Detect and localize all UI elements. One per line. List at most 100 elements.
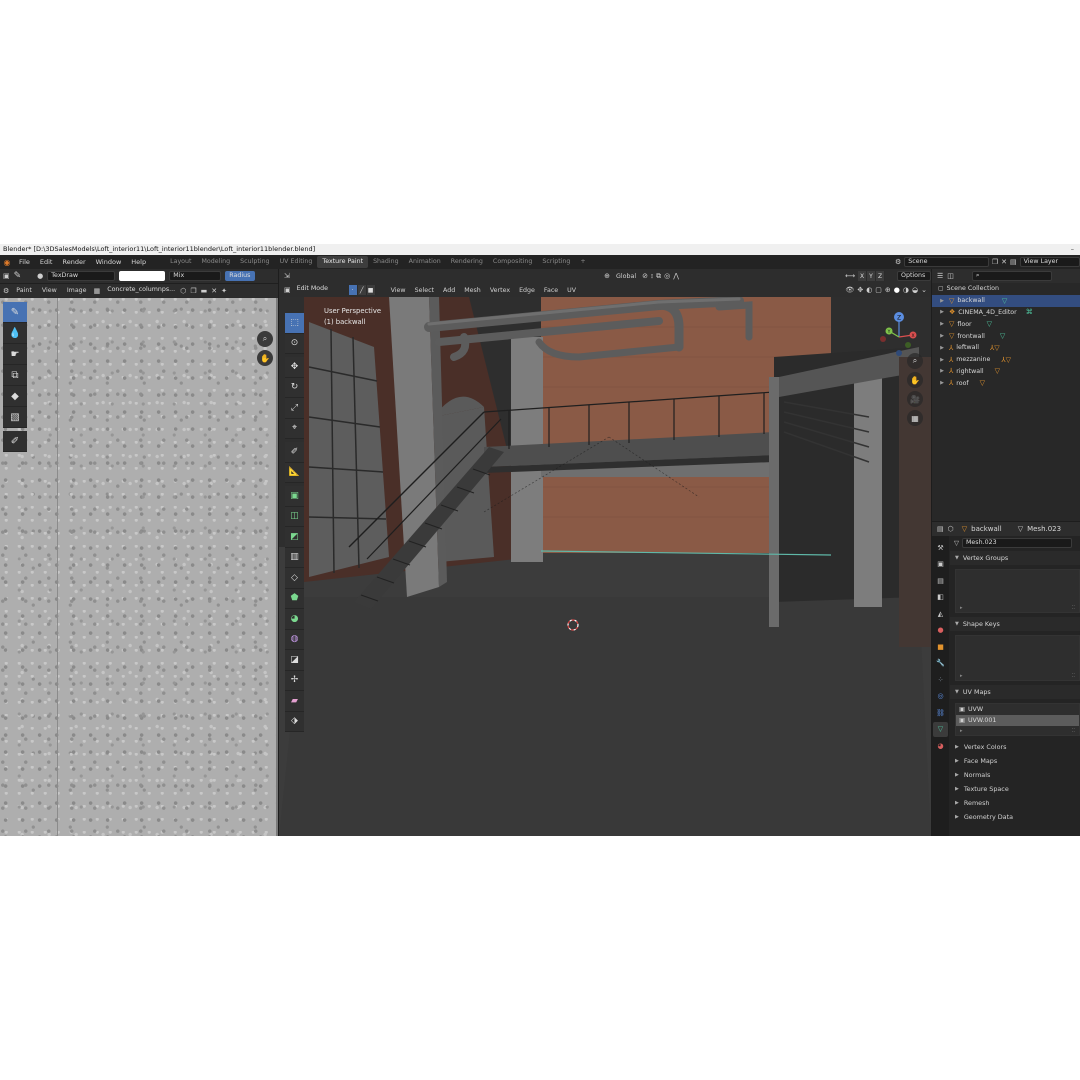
expand-arrow-icon[interactable]: ▶ [938,380,946,386]
options-menu[interactable]: Options [897,271,931,281]
tab-rendering[interactable]: Rendering [446,256,488,268]
draw-brush-icon[interactable]: ✎ [3,302,27,323]
concrete-texture-canvas[interactable] [0,298,278,836]
menu-window[interactable]: Window [91,258,127,266]
face-maps-section[interactable]: ▶ Face Maps [950,754,1080,768]
fake-user-icon[interactable]: ⬡ [180,287,186,295]
uv-map-item[interactable]: ▣ UVW [956,704,1079,715]
cursor-icon[interactable]: ⊙ [285,333,304,354]
edge-slide-icon[interactable]: ◪ [285,650,304,671]
pin-icon[interactable]: ⬡ [948,525,954,533]
physics-tab-icon[interactable]: ◎ [933,689,948,705]
color-swatch[interactable] [119,271,166,281]
remesh-section[interactable]: ▶ Remesh [950,796,1080,810]
menu-render[interactable]: Render [57,258,90,266]
mirror-x-toggle[interactable]: X [858,271,867,281]
expand-arrow-icon[interactable]: ▶ [938,298,946,304]
blender-logo-icon[interactable]: ◉ [0,255,14,269]
tab-uv-editing[interactable]: UV Editing [275,256,318,268]
mode-select[interactable]: Edit Mode [294,285,346,295]
tab-compositing[interactable]: Compositing [488,256,537,268]
menu-help[interactable]: Help [126,258,151,266]
outliner-item-frontwall[interactable]: ▶ ▽ frontwall ▽ [932,330,1080,342]
list-expand-icon[interactable]: ▸ [960,728,963,734]
image-view-menu[interactable]: View [39,287,60,294]
brush-name-field[interactable]: TexDraw [47,271,116,281]
viewport-editor-type-icon[interactable]: ⇲ [284,272,290,280]
editor-type-icon[interactable]: ▣ [3,272,10,280]
knife-icon[interactable]: ◇ [285,568,304,589]
tab-texture-paint[interactable]: Texture Paint [317,256,369,268]
zoom-icon[interactable]: ⌕ [907,353,923,369]
orientation-select[interactable]: Global [613,273,639,280]
zoom-icon[interactable]: ⌕ [257,331,273,347]
soften-brush-icon[interactable]: 💧 [3,323,27,344]
outliner-item-backwall[interactable]: ▶ ▽ backwall ▽ [932,294,1080,307]
object-tab-icon[interactable]: ■ [933,639,948,655]
outliner-item-cinema-4d-editor[interactable]: ▶ ❖ CINEMA_4D_Editor ⌘ [932,307,1080,319]
view-layer-icon[interactable]: ▤ [1010,258,1017,266]
face-select-icon[interactable]: ■ [366,285,376,295]
list-expand-icon[interactable]: ▸ [960,673,963,679]
brush-preview-icon[interactable]: ● [37,272,43,280]
menu-select[interactable]: Select [412,287,437,294]
shear-icon[interactable]: ▰ [285,691,304,712]
gizmo-toggle-icon[interactable]: ✥ [857,286,863,294]
unlink-icon[interactable]: ✕ [211,287,217,295]
outliner-editor-icon[interactable]: ☰ [937,272,943,280]
xray-icon[interactable]: ▢ [875,286,882,294]
shape-keys-section[interactable]: ▼ Shape Keys [950,617,1080,631]
shading-solid-icon[interactable]: ● [894,286,900,294]
camera-icon[interactable]: 🎥 [907,391,923,407]
tab-shading[interactable]: Shading [368,256,404,268]
ortho-grid-icon[interactable]: ▦ [907,410,923,426]
move-icon[interactable]: ✥ [285,357,304,378]
material-tab-icon[interactable]: ◕ [933,738,948,754]
resize-grip-icon[interactable]: ⁚⁚ [1072,605,1075,611]
tab-animation[interactable]: Animation [404,256,446,268]
menu-add[interactable]: Add [440,287,458,294]
loop-cut-icon[interactable]: ▥ [285,547,304,568]
annotate-icon[interactable]: ✐ [285,442,304,463]
render-tab-icon[interactable]: ▣ [933,557,948,573]
tab-sculpting[interactable]: Sculpting [235,256,274,268]
snap-icon[interactable]: ⦂ [651,272,653,281]
loft-interior-scene[interactable] [279,297,931,836]
poly-build-icon[interactable]: ⬟ [285,588,304,609]
view-layer-tab-icon[interactable]: ◧ [933,590,948,606]
expand-arrow-icon[interactable]: ▶ [938,368,946,374]
menu-uv[interactable]: UV [564,287,579,294]
scene-field[interactable]: Scene [904,256,989,267]
list-expand-icon[interactable]: ▸ [960,605,963,611]
clone-brush-icon[interactable]: ⧉ [3,365,27,386]
inset-icon[interactable]: ◫ [285,506,304,527]
edit-mode-icon[interactable]: ▣ [284,286,291,294]
outliner-item-roof[interactable]: ▶ ⅄ roof ▽ [932,377,1080,389]
tab-modeling[interactable]: Modeling [197,256,236,268]
scene-icon[interactable]: ⚙ [895,258,901,266]
pan-hand-icon[interactable]: ✋ [907,372,923,388]
transform-icon[interactable]: ⌖ [285,418,304,439]
data-tab-icon[interactable]: ▽ [933,721,948,737]
mirror-icon[interactable]: ⟷ [845,272,855,280]
uv-maps-section[interactable]: ▼ UV Maps [950,685,1080,699]
menu-view[interactable]: View [388,287,409,294]
mirror-y-toggle[interactable]: Y [867,271,876,281]
shading-wire-icon[interactable]: ⊕ [885,286,891,294]
extrude-icon[interactable]: ▣ [285,486,304,507]
uv-maps-list[interactable]: ▣ UVW ▣ UVW.001 ▸ ⁚⁚ [955,703,1080,736]
texture-space-section[interactable]: ▶ Texture Space [950,782,1080,796]
select-box-icon[interactable]: ⬚ [285,313,304,334]
shading-rendered-icon[interactable]: ◒ [912,286,918,294]
mask-brush-icon[interactable]: ▧ [3,407,27,428]
smooth-icon[interactable]: ◍ [285,629,304,650]
menu-file[interactable]: File [14,258,35,266]
rotate-icon[interactable]: ↻ [285,377,304,398]
expand-arrow-icon[interactable]: ▶ [938,309,946,315]
constraints-tab-icon[interactable]: ⛓ [933,705,948,721]
tab-layout[interactable]: Layout [165,256,196,268]
add-workspace-button[interactable]: + [575,256,590,268]
open-folder-icon[interactable]: ▬ [201,287,208,295]
scene-tab-icon[interactable]: ◭ [933,606,948,622]
resize-grip-icon[interactable]: ⁚⁚ [1072,673,1075,679]
